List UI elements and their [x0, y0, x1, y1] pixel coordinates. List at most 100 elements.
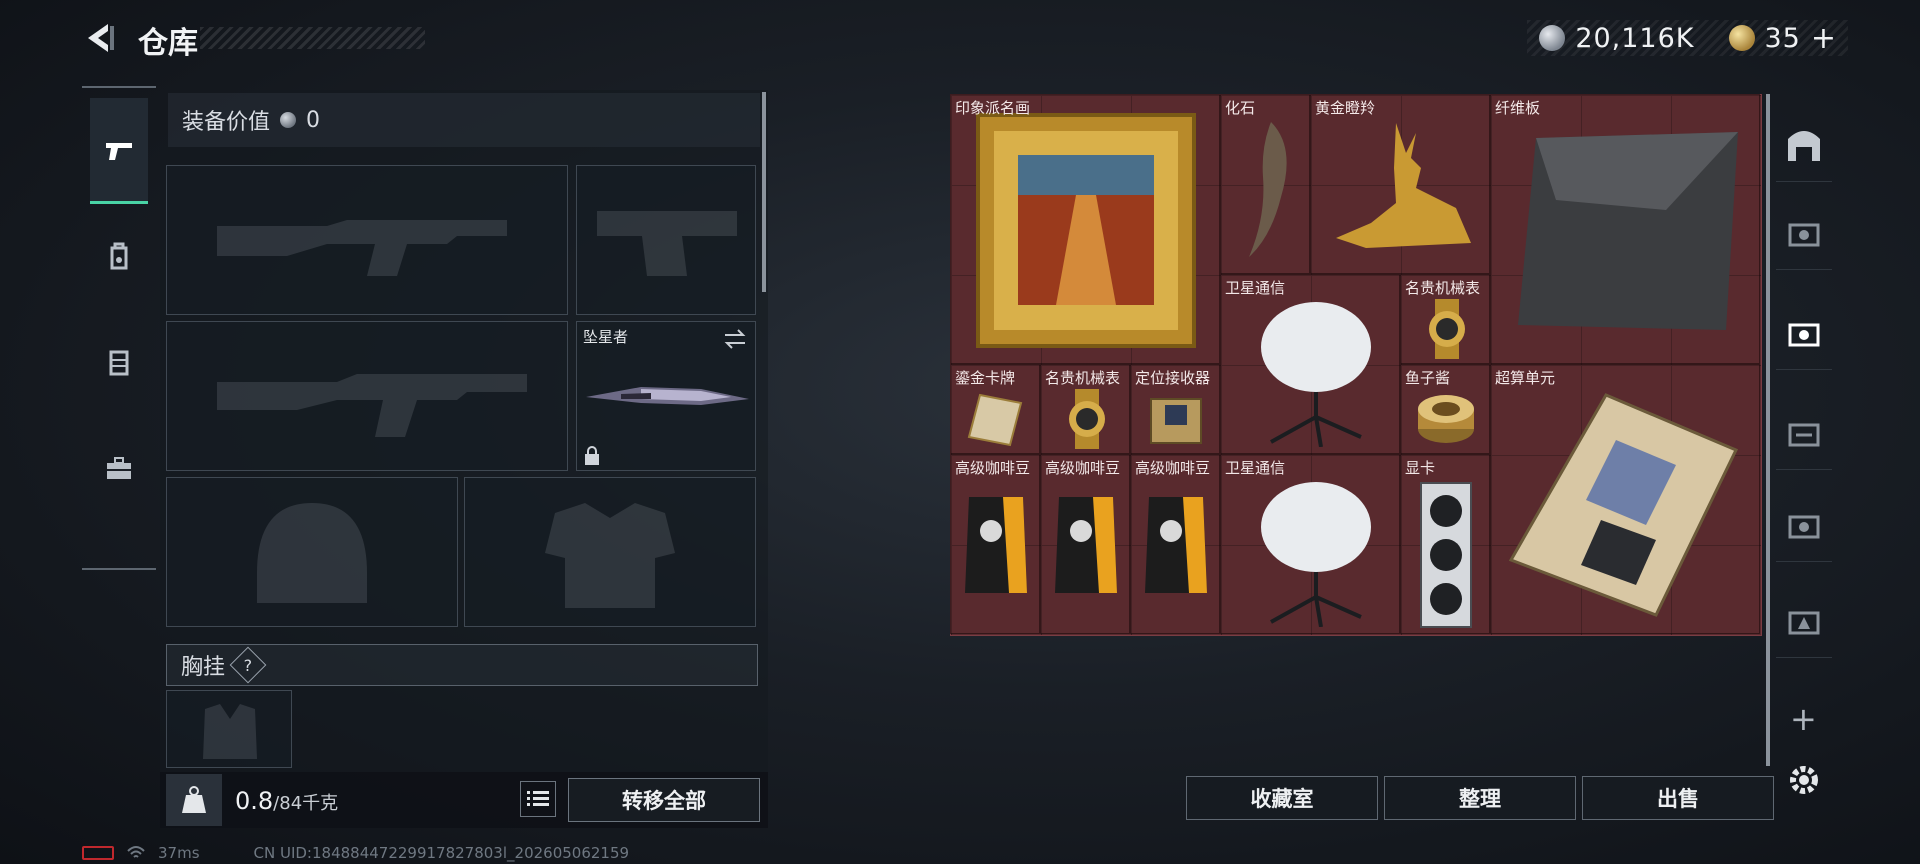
gazelle-statue-icon [1336, 123, 1471, 248]
storage-box-icon [1788, 323, 1820, 346]
item-satellite-comm[interactable]: 卫星通信 [1220, 454, 1400, 634]
item-supercomputing-unit[interactable]: 超算单元 [1490, 364, 1760, 634]
item-label: 鱼子酱 [1405, 369, 1451, 387]
item-label: 鎏金卡牌 [955, 369, 1016, 387]
item-fiberboard[interactable]: 纤维板 [1490, 94, 1760, 364]
item-coffee-beans[interactable]: 高级咖啡豆 [1130, 454, 1220, 634]
collection-room-button[interactable]: 收藏室 [1186, 776, 1378, 820]
helmet-slot[interactable] [166, 477, 458, 627]
item-coffee-beans[interactable]: 高级咖啡豆 [950, 454, 1040, 634]
wifi-icon [127, 846, 145, 858]
tab-case[interactable] [90, 416, 148, 522]
storage-box-icon [1788, 223, 1820, 246]
status-bar: 37ms CN UID:18488447229917827803l_202605… [82, 842, 629, 864]
equipment-value-label: 装备价值 [182, 110, 271, 135]
storage-scrollbar[interactable] [1766, 94, 1770, 766]
ping-value: 37ms [158, 844, 200, 862]
pistol-silhouette-icon [597, 211, 737, 276]
gear-icon[interactable] [1786, 762, 1822, 798]
organize-button[interactable]: 整理 [1384, 776, 1576, 820]
carbon-fiber-panel-icon [1518, 132, 1738, 330]
body-armor-slot[interactable] [464, 477, 756, 627]
pistol-icon [106, 142, 132, 160]
item-gilded-card[interactable]: 鎏金卡牌 [950, 364, 1040, 454]
tab-backpack[interactable] [90, 204, 148, 310]
title-decoration [200, 27, 425, 49]
item-coffee-beans[interactable]: 高级咖啡豆 [1040, 454, 1130, 634]
battery-icon [82, 846, 114, 860]
storage-box-icon [1788, 423, 1820, 446]
vault-icon [1788, 130, 1820, 161]
server-board-icon [1508, 393, 1739, 617]
swap-icon[interactable] [723, 328, 747, 350]
item-graphics-card[interactable]: 显卡 [1400, 454, 1490, 634]
tab-vest[interactable] [90, 310, 148, 416]
gold-coin-icon [1728, 25, 1755, 51]
weight-max: /84千克 [273, 793, 339, 814]
item-label: 名贵机械表 [1405, 279, 1481, 297]
item-label: 化石 [1225, 99, 1256, 117]
lock-icon [585, 446, 599, 465]
chest-rig-silhouette-icon [203, 704, 257, 759]
item-label: 卫星通信 [1225, 459, 1286, 477]
item-satellite-comm[interactable]: 卫星通信 [1220, 274, 1400, 454]
tab-storage-main[interactable] [1776, 108, 1832, 182]
tab-storage-4c[interactable] [1776, 396, 1832, 470]
transfer-all-button[interactable]: 转移全部 [568, 778, 760, 822]
item-positioning-receiver[interactable]: 定位接收器 [1130, 364, 1220, 454]
secondary-weapon-slot[interactable] [166, 321, 568, 471]
coffee-bag-icon [1055, 497, 1117, 593]
storage-box-icon [1788, 515, 1820, 538]
user-uid: CN UID:18488447229917827803l_20260506215… [253, 844, 630, 862]
tab-storage-4b-active[interactable] [1776, 296, 1832, 370]
item-caviar[interactable]: 鱼子酱 [1400, 364, 1490, 454]
primary-weapon-slot[interactable] [166, 165, 568, 315]
caviar-tin-icon [1418, 395, 1474, 443]
list-icon [527, 791, 549, 806]
left-category-tabs [82, 86, 156, 570]
help-button[interactable]: ? [229, 646, 267, 684]
coffee-bag-icon [965, 497, 1027, 593]
tab-storage-3[interactable] [1776, 584, 1832, 658]
item-label: 超算单元 [1495, 369, 1556, 387]
item-luxury-watch[interactable]: 名贵机械表 [1040, 364, 1130, 454]
melee-slot[interactable]: 坠星者 [576, 321, 756, 471]
add-currency-button[interactable]: + [1811, 21, 1836, 56]
graphics-card-icon [1420, 482, 1472, 628]
coffee-bag-icon [1145, 497, 1207, 593]
chest-rig-label: 胸挂 [181, 655, 226, 680]
claw-fossil-icon [1249, 122, 1287, 257]
rifle-silhouette-icon [217, 374, 527, 437]
item-label: 定位接收器 [1135, 369, 1211, 387]
tab-storage-4a[interactable] [1776, 196, 1832, 270]
page-title: 仓库 [138, 26, 198, 61]
item-label: 高级咖啡豆 [1045, 459, 1121, 477]
weight-icon [182, 786, 206, 813]
list-view-button[interactable] [520, 781, 556, 817]
equipment-value: 0 [306, 107, 321, 133]
back-button[interactable] [80, 18, 120, 58]
tab-weapons[interactable] [90, 98, 148, 204]
sell-button[interactable]: 出售 [1582, 776, 1774, 820]
tab-storage-4d[interactable] [1776, 488, 1832, 562]
receiver-device-icon [1150, 398, 1202, 444]
sidearm-slot[interactable] [576, 165, 756, 315]
item-label: 印象派名画 [955, 99, 1031, 117]
backpack-icon [110, 242, 128, 270]
add-storage-tab-button[interactable]: + [1790, 700, 1817, 738]
silver-coin-icon [1539, 25, 1566, 51]
item-luxury-watch[interactable]: 名贵机械表 [1400, 274, 1490, 364]
item-gold-gazelle[interactable]: 黄金瞪羚 [1310, 94, 1490, 274]
item-fossil[interactable]: 化石 [1220, 94, 1310, 274]
combat-knife-icon [586, 387, 749, 405]
equipment-scrollbar[interactable] [762, 92, 766, 292]
weight-indicator [166, 774, 222, 826]
currency-bar: 20,116K 35 + [1527, 20, 1848, 56]
item-label: 高级咖啡豆 [1135, 459, 1211, 477]
gold-currency-value: 35 [1764, 22, 1801, 54]
item-painting[interactable]: 印象派名画 [950, 94, 1220, 364]
chest-rig-slot[interactable] [166, 690, 292, 768]
armor-silhouette-icon [545, 503, 675, 608]
vest-icon [109, 350, 129, 376]
satellite-dish-icon [1261, 482, 1371, 627]
